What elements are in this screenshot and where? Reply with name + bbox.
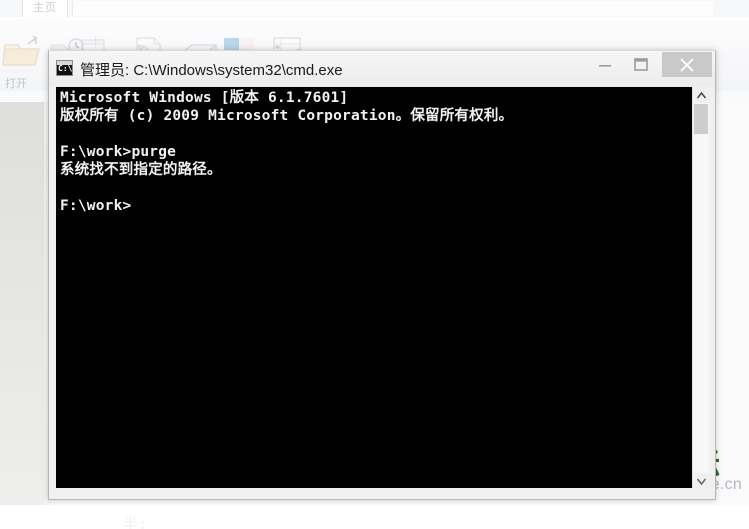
cmd-icon-prompt: C:\ — [58, 64, 73, 73]
close-button[interactable] — [662, 52, 712, 77]
maximize-icon — [634, 58, 648, 71]
close-icon — [680, 58, 694, 72]
scrollbar-thumb[interactable] — [694, 104, 708, 134]
scrollbar-down-button[interactable] — [693, 473, 709, 489]
scrollbar-track[interactable] — [693, 103, 709, 473]
ribbon-tab-strip: 主页 — [0, 0, 749, 18]
chevron-down-icon — [696, 478, 706, 485]
console-text: Microsoft Windows [版本 6.1.7601] 版权所有 (c)… — [60, 90, 514, 214]
minimize-button[interactable] — [587, 52, 623, 77]
open-folder-icon[interactable] — [2, 35, 42, 69]
navigation-pane — [0, 102, 45, 505]
toolbar-label-open: 打开 — [5, 78, 27, 90]
cmd-console-icon: C:\ — [56, 60, 73, 76]
console-output-area[interactable]: Microsoft Windows [版本 6.1.7601] 版权所有 (c)… — [56, 87, 694, 489]
cmd-window[interactable]: C:\ 管理员: C:\Windows\system32\cmd.exe Mic… — [48, 50, 716, 529]
console-scrollbar[interactable] — [692, 87, 709, 489]
tab-home[interactable]: 主页 — [22, 0, 68, 17]
console-clipped-line: 半: — [123, 516, 148, 529]
minimize-icon — [599, 65, 611, 67]
maximize-button[interactable] — [623, 52, 659, 77]
chevron-up-icon — [696, 91, 706, 98]
cmd-title-bar[interactable]: C:\ 管理员: C:\Windows\system32\cmd.exe — [49, 51, 715, 87]
cmd-window-title: 管理员: C:\Windows\system32\cmd.exe — [80, 62, 343, 79]
scrollbar-up-button[interactable] — [693, 87, 709, 103]
tab-secondary[interactable] — [72, 1, 713, 16]
cmd-window-bottom-frame — [49, 488, 715, 499]
